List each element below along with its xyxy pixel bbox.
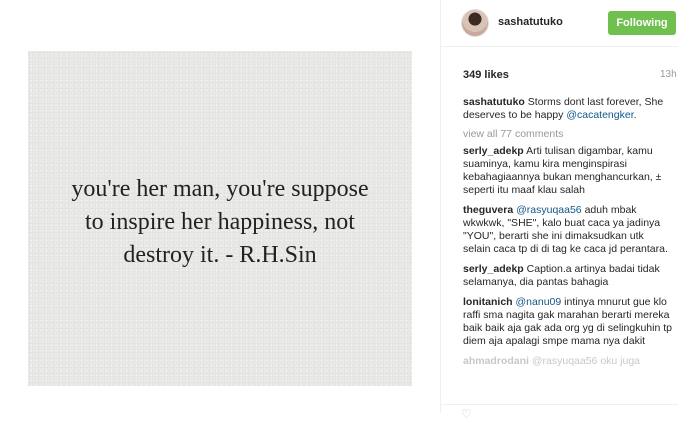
post-header: sashatutuko Following bbox=[441, 0, 678, 47]
likes-count[interactable]: 349 likes bbox=[463, 69, 509, 81]
comment-mention[interactable]: @nanu09 bbox=[516, 296, 562, 308]
comment-username[interactable]: theguvera bbox=[463, 204, 513, 216]
timestamp[interactable]: 13h bbox=[660, 69, 677, 80]
comment-username[interactable]: serly_adekp bbox=[463, 263, 524, 275]
comment-item: serly_adekp Arti tulisan digambar, kamu … bbox=[463, 145, 673, 197]
quote-line: you're her man, you're suppose bbox=[71, 176, 369, 202]
comment-mention[interactable]: @rasyuqaa56 bbox=[532, 355, 598, 367]
image-quote-text: you're her man, you're suppose to inspir… bbox=[28, 173, 412, 272]
post-caption: sashatutuko Storms dont last forever, Sh… bbox=[463, 96, 673, 122]
view-all-comments-link[interactable]: view all 77 comments bbox=[463, 128, 673, 140]
following-button[interactable]: Following bbox=[608, 11, 676, 35]
header-username[interactable]: sashatutuko bbox=[498, 16, 563, 28]
caption-mention[interactable]: @cacatengker bbox=[566, 109, 633, 121]
comment-mention[interactable]: @rasyuqaa56 bbox=[516, 204, 582, 216]
comment-item: theguvera @rasyuqaa56 aduh mbak wkwkwk, … bbox=[463, 204, 673, 256]
quote-line: destroy it. - R.H.Sin bbox=[123, 242, 317, 268]
caption-end: . bbox=[633, 109, 637, 121]
comment-item: ahmadrodani @rasyuqaa56 oku juga bbox=[463, 355, 673, 368]
comment-username[interactable]: serly_adekp bbox=[463, 145, 524, 157]
caption-username[interactable]: sashatutuko bbox=[463, 96, 525, 108]
post-image[interactable]: you're her man, you're suppose to inspir… bbox=[28, 51, 412, 386]
panel-divider bbox=[440, 0, 441, 413]
comment-text: oku juga bbox=[600, 355, 641, 367]
quote-line: to inspire her happiness, not bbox=[85, 209, 355, 235]
comment-item: lonitanich @nanu09 intinya mnurut gue kl… bbox=[463, 296, 673, 348]
comment-item: serly_adekp Caption.a artinya badai tida… bbox=[463, 263, 673, 289]
comment-username[interactable]: lonitanich bbox=[463, 296, 513, 308]
avatar[interactable] bbox=[461, 9, 489, 37]
comment-username[interactable]: ahmadrodani bbox=[463, 355, 529, 367]
comments-section: sashatutuko Storms dont last forever, Sh… bbox=[463, 96, 673, 375]
heart-icon[interactable]: ♡ bbox=[461, 408, 473, 420]
